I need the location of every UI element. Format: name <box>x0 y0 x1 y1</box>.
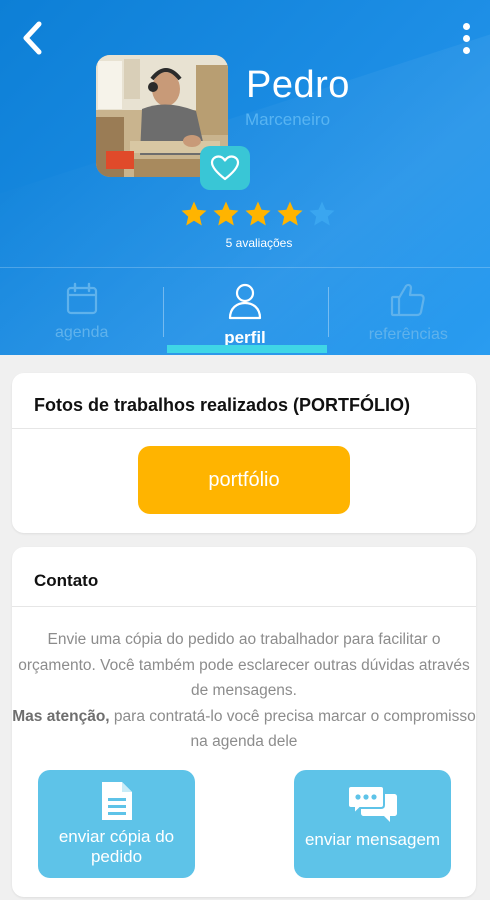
tab-agenda-label: agenda <box>54 324 109 341</box>
star-filled-icon <box>245 201 271 226</box>
thumbs-up-icon <box>391 283 426 317</box>
contact-text-part1: Envie uma cópia do pedido ao trabalhador… <box>18 631 470 699</box>
star-filled-icon <box>181 201 207 226</box>
portfolio-title: Fotos de trabalhos realizados (PORTFÓLIO… <box>12 373 476 429</box>
tab-referencias-label: referências <box>368 326 448 343</box>
tab-perfil[interactable]: perfil <box>163 268 326 355</box>
tab-divider <box>328 287 329 337</box>
heart-icon <box>210 155 240 181</box>
rating-stars <box>180 200 336 228</box>
worker-profession: Marceneiro <box>245 110 331 129</box>
favorite-button[interactable] <box>200 146 250 190</box>
star-filled-icon <box>277 201 303 226</box>
more-dot-icon <box>462 34 470 42</box>
ratings-count: 5 avaliações <box>225 236 293 250</box>
profile-tabs: agenda perfil referências <box>0 267 490 355</box>
tab-agenda[interactable]: agenda <box>0 268 163 355</box>
worker-name: Pedro <box>246 64 350 106</box>
send-order-copy-button[interactable]: enviar cópia do pedido <box>38 770 195 878</box>
contact-description: Envie uma cópia do pedido ao trabalhador… <box>12 627 476 755</box>
send-message-label: enviar mensagem <box>304 830 441 849</box>
portfolio-card: Fotos de trabalhos realizados (PORTFÓLIO… <box>12 373 476 533</box>
more-options-button[interactable] <box>454 18 478 58</box>
portfolio-button[interactable]: portfólio <box>138 446 350 514</box>
send-order-copy-label: enviar cópia do pedido <box>58 827 175 866</box>
star-filled-icon <box>213 201 239 226</box>
document-icon <box>101 782 132 820</box>
contact-card: Contato Envie uma cópia do pedido ao tra… <box>12 547 476 897</box>
back-button[interactable] <box>14 18 50 58</box>
person-icon <box>228 283 262 320</box>
contact-text-part2: para contratá-lo você precisa marcar o c… <box>109 707 476 751</box>
tab-divider <box>163 287 164 337</box>
star-empty-icon <box>309 201 335 226</box>
tab-referencias[interactable]: referências <box>327 268 490 355</box>
active-tab-indicator <box>167 345 327 353</box>
chat-bubbles-icon <box>347 785 397 822</box>
more-dot-icon <box>462 22 470 30</box>
more-dot-icon <box>462 46 470 54</box>
send-message-button[interactable]: enviar mensagem <box>294 770 451 878</box>
profile-header: Pedro Marceneiro 5 avaliações agenda per… <box>0 0 490 355</box>
calendar-icon <box>66 282 97 315</box>
back-arrow-icon <box>23 21 42 55</box>
contact-text-bold: Mas atenção, <box>12 707 110 725</box>
contact-title: Contato <box>12 547 476 607</box>
